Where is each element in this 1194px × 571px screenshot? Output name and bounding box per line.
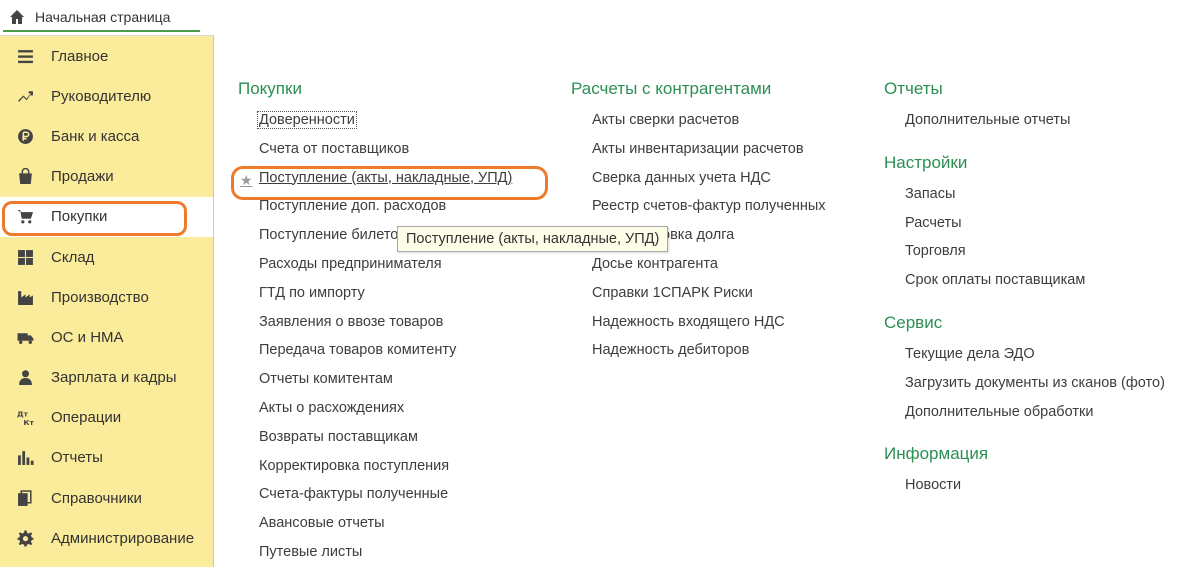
svg-text:Кт: Кт [23,418,34,426]
section-title: Отчеты [884,79,943,98]
sidebar-item-warehouse[interactable]: Склад [0,237,213,277]
section-purchases: Покупки Доверенности Счета от поставщико… [238,78,512,571]
sidebar-item-manager[interactable]: Руководителю [0,76,213,116]
sidebar-item-label: Зарплата и кадры [51,369,177,387]
star-icon[interactable]: ★ [240,170,253,190]
gear-icon [15,528,35,548]
section-title: Сервис [884,312,943,332]
sidebar-item-reports[interactable]: Отчеты [0,438,213,478]
link-item[interactable]: Заявления о ввозе товаров [238,312,512,341]
sidebar-item-label: Продажи [51,168,114,186]
bag-icon [15,167,35,187]
link-item[interactable]: Реестр счетов-фактур полученных [571,196,826,225]
sidebar-item-sales[interactable]: Продажи [0,157,213,197]
trend-icon [15,86,35,106]
link-item[interactable]: Поступление доп. расходов [238,196,512,225]
sidebar-item-purchases[interactable]: Покупки [0,196,213,237]
bar-chart-icon [15,448,35,468]
section-title: Расчеты с контрагентами [571,79,772,98]
person-icon [15,368,35,388]
sidebar-item-fixed-assets[interactable]: ОС и НМА [0,317,213,357]
column-settlements: Расчеты с контрагентами Акты сверки расч… [571,78,826,369]
link-item[interactable]: Передача товаров комитенту [238,340,512,369]
sidebar-item-label: Склад [51,248,95,266]
link-item[interactable]: Путевые листы [238,542,512,571]
link-item[interactable]: Текущие дела ЭДО [884,344,1165,373]
link-item[interactable]: Новости [884,475,1165,504]
link-item[interactable]: Запасы [884,184,1165,213]
link-item[interactable]: Акты о расхождениях [238,398,512,427]
sidebar-item-label: Покупки [51,208,108,226]
sidebar-item-label: Администрирование [51,529,195,547]
books-icon [15,488,35,508]
link-item[interactable]: Надежность дебиторов [571,340,826,369]
section-settlements: Расчеты с контрагентами Акты сверки расч… [571,78,826,369]
link-item[interactable]: Отчеты комитентам [238,369,512,398]
sidebar-item-operations[interactable]: Дт Кт Операции [0,398,213,438]
sidebar-item-admin[interactable]: Администрирование [0,518,213,558]
truck-icon [15,327,35,347]
section-information: Информация Новости [884,443,1165,504]
link-item[interactable]: Дополнительные обработки [884,402,1165,431]
section-title: Информация [884,444,989,464]
section-reports: Отчеты Дополнительные отчеты [884,78,1165,139]
link-item[interactable]: Расходы предпринимателя [238,254,512,283]
link-item[interactable]: Срок оплаты поставщикам [884,270,1165,299]
link-item[interactable]: Справки 1СПАРК Риски [571,283,826,312]
link-item[interactable]: Загрузить документы из сканов (фото) [884,373,1165,402]
cart-icon [15,207,35,227]
link-item[interactable]: Авансовые отчеты [238,513,512,542]
column-purchases: Покупки Доверенности Счета от поставщико… [238,78,512,571]
link-item[interactable]: ГТД по импорту [238,283,512,312]
home-tab-label: Начальная страница [35,9,171,25]
sidebar-item-label: Главное [51,47,109,65]
dt-kt-icon: Дт Кт [15,408,35,428]
sidebar-item-salary[interactable]: Зарплата и кадры [0,358,213,398]
link-item[interactable]: Возвраты поставщикам [238,427,512,456]
column-misc: Отчеты Дополнительные отчеты Настройки З… [884,78,1165,504]
section-settings: Настройки Запасы Расчеты Торговля Срок о… [884,152,1165,299]
link-item-receipts[interactable]: ★ Поступление (акты, накладные, УПД) [238,168,512,197]
link-item[interactable]: Сверка данных учета НДС [571,168,826,197]
sidebar-item-production[interactable]: Производство [0,277,213,317]
sidebar-item-catalogs[interactable]: Справочники [0,478,213,518]
ruble-icon [15,126,35,146]
section-service: Сервис Текущие дела ЭДО Загрузить докуме… [884,312,1165,430]
top-tab-bar: Начальная страница [0,0,214,36]
factory-icon [15,287,35,307]
link-item[interactable]: Доверенности [238,110,512,139]
sidebar-item-label: Операции [51,409,122,427]
link-item[interactable]: Счета-фактуры полученные [238,484,512,513]
link-item[interactable]: Дополнительные отчеты [884,110,1165,139]
sidebar-item-label: Справочники [51,489,142,507]
grid-icon [15,247,35,267]
home-tab[interactable]: Начальная страница [3,4,200,32]
link-item[interactable]: Досье контрагента [571,254,826,283]
link-item[interactable]: Акты инвентаризации расчетов [571,139,826,168]
link-item[interactable]: Акты сверки расчетов [571,110,826,139]
section-title: Покупки [238,79,302,98]
sidebar-item-bank[interactable]: Банк и касса [0,116,213,156]
sidebar: Главное Руководителю Банк и касса Продаж… [0,36,214,567]
menu-icon [15,46,35,66]
link-item[interactable]: Счета от поставщиков [238,139,512,168]
section-title: Настройки [884,152,968,172]
section-content: Покупки Доверенности Счета от поставщико… [215,0,1194,567]
sidebar-item-label: Отчеты [51,449,103,467]
tooltip: Поступление (акты, накладные, УПД) [397,226,669,252]
home-icon [10,10,24,24]
link-item[interactable]: Торговля [884,241,1165,270]
link-item[interactable]: Корректировка поступления [238,456,512,485]
link-item[interactable]: Расчеты [884,213,1165,242]
sidebar-item-label: Руководителю [51,87,152,105]
link-item[interactable]: Надежность входящего НДС [571,312,826,341]
sidebar-item-label: Производство [51,288,149,306]
sidebar-item-label: ОС и НМА [51,328,124,346]
sidebar-item-main[interactable]: Главное [0,36,213,76]
link-label: Поступление (акты, накладные, УПД) [259,169,513,186]
sidebar-item-label: Банк и касса [51,127,140,145]
link-label: Доверенности [257,111,357,129]
